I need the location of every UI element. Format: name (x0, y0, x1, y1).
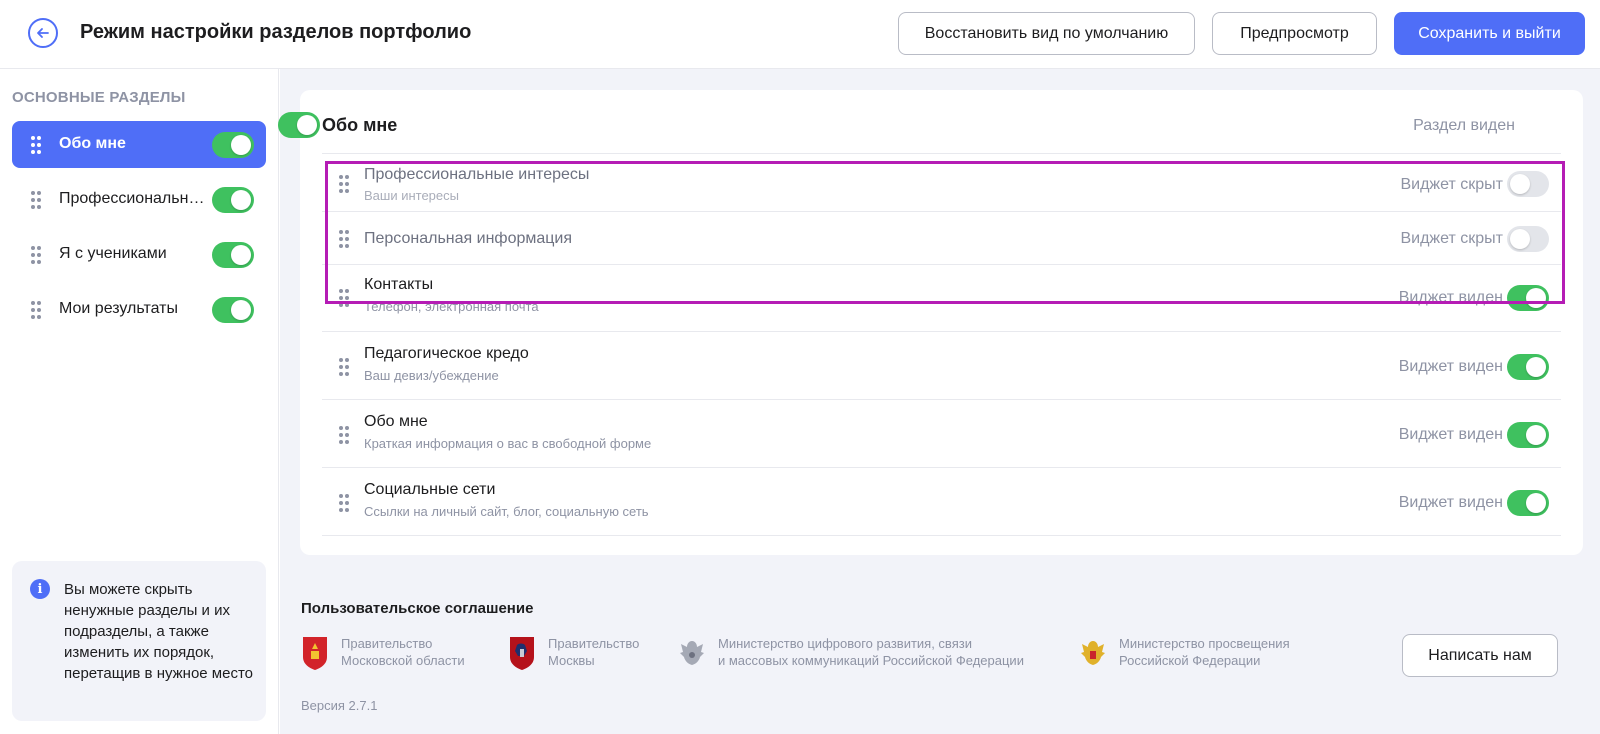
toggle-knob (1526, 493, 1546, 513)
widget-status: Виджет виден (1398, 289, 1503, 306)
widget-toggle[interactable] (1507, 422, 1549, 448)
sidebar-item-label: Мои результаты (59, 300, 178, 317)
widget-title: Педагогическое кредо (364, 345, 529, 362)
info-icon: i (30, 579, 50, 599)
sidebar-item-label: Обо мне (59, 135, 126, 152)
arrow-left-icon (37, 28, 49, 38)
widget-row[interactable]: Профессиональные интересы Ваши интересы … (322, 153, 1561, 212)
widget-row[interactable]: Социальные сети Ссылки на личный сайт, б… (322, 469, 1561, 536)
mosreg-emblem-icon (303, 637, 327, 670)
org-name-line: Москвы (548, 653, 595, 668)
sidebar-item-professional[interactable]: Профессиональные интересы (12, 176, 266, 223)
section-toggle[interactable] (212, 187, 254, 213)
org-name-line: Российской Федерации (1119, 653, 1261, 668)
widget-status: Виджет скрыт (1400, 176, 1503, 193)
org-mincifry[interactable]: Министерство цифрового развития, связи и… (678, 635, 1024, 671)
widget-title: Обо мне (364, 413, 428, 430)
section-toggle[interactable] (212, 242, 254, 268)
widget-toggle[interactable] (1507, 171, 1549, 197)
user-agreement-link[interactable]: Пользовательское соглашение (301, 600, 533, 617)
widget-subtitle: Ссылки на личный сайт, блог, социальную … (364, 504, 649, 519)
widget-row[interactable]: Обо мне Краткая информация о вас в свобо… (322, 401, 1561, 468)
write-us-button[interactable]: Написать нам (1402, 634, 1558, 677)
drag-handle-icon[interactable] (338, 229, 350, 249)
toggle-knob (231, 300, 251, 320)
widget-title: Персональная информация (364, 230, 573, 247)
section-card: Обо мне Раздел виден Профессиональные ин… (278, 90, 1583, 555)
sidebar-item-students[interactable]: Я с учениками (12, 231, 266, 278)
org-moscow[interactable]: Правительство Москвы (508, 635, 639, 671)
org-name-line: Правительство (548, 636, 640, 651)
org-name-line: Московской области (341, 653, 465, 668)
sidebar-item-results[interactable]: Мои результаты (12, 286, 266, 333)
widget-title: Социальные сети (364, 481, 496, 498)
widget-toggle[interactable] (1507, 226, 1549, 252)
eagle-emblem-icon (680, 641, 704, 665)
drag-handle-icon[interactable] (338, 425, 350, 445)
toggle-knob (1510, 174, 1530, 194)
moscow-emblem-icon (510, 637, 534, 670)
widget-row[interactable]: Контакты Телефон, электронная почта Видж… (322, 266, 1561, 332)
drag-handle-icon[interactable] (30, 300, 42, 320)
widget-row[interactable]: Персональная информация Виджет скрыт (322, 213, 1561, 265)
toggle-knob (231, 190, 251, 210)
drag-handle-icon[interactable] (30, 190, 42, 210)
version-label: Версия 2.7.1 (301, 698, 378, 713)
section-visibility-toggle[interactable] (278, 112, 320, 138)
widget-status: Виджет скрыт (1400, 230, 1503, 247)
toggle-knob (1526, 357, 1546, 377)
toggle-knob (231, 135, 251, 155)
widget-subtitle: Телефон, электронная почта (364, 299, 539, 314)
section-toggle[interactable] (212, 297, 254, 323)
drag-handle-icon[interactable] (338, 493, 350, 513)
save-exit-button[interactable]: Сохранить и выйти (1394, 12, 1585, 55)
drag-handle-icon[interactable] (30, 245, 42, 265)
drag-handle-icon[interactable] (338, 174, 350, 194)
widget-title: Контакты (364, 276, 434, 293)
info-box: i Вы можете скрыть ненужные разделы и их… (12, 561, 266, 721)
toggle-knob (297, 115, 317, 135)
widget-subtitle: Ваш девиз/убеждение (364, 368, 499, 383)
section-toggle[interactable] (212, 132, 254, 158)
org-name-line: Министерство цифрового развития, связи (718, 636, 972, 651)
widget-status: Виджет виден (1398, 358, 1503, 375)
section-status: Раздел виден (1413, 117, 1515, 134)
toggle-knob (1526, 288, 1546, 308)
minpros-emblem-icon (1081, 641, 1105, 665)
sidebar-item-label: Профессиональные интересы (59, 190, 209, 207)
org-name-line: и массовых коммуникаций Российской Федер… (718, 653, 1024, 668)
info-text: Вы можете скрыть ненужные разделы и их п… (64, 581, 254, 682)
drag-handle-icon[interactable] (338, 357, 350, 377)
org-name-line: Правительство (341, 636, 433, 651)
widget-row[interactable]: Педагогическое кредо Ваш девиз/убеждение… (322, 333, 1561, 400)
org-name-line: Министерство просвещения (1119, 636, 1290, 651)
toggle-knob (231, 245, 251, 265)
widget-subtitle: Краткая информация о вас в свободной фор… (364, 436, 652, 451)
sidebar-item-label: Я с учениками (59, 245, 167, 262)
preview-button[interactable]: Предпросмотр (1212, 12, 1377, 55)
section-title: Обо мне (322, 115, 398, 135)
toggle-knob (1526, 425, 1546, 445)
org-minpros[interactable]: Министерство просвещения Российской Феде… (1079, 635, 1290, 671)
org-mosreg[interactable]: Правительство Московской области (301, 635, 465, 671)
sidebar: Основные разделы Обо мне Профессиональны… (0, 69, 279, 734)
back-button[interactable] (28, 18, 58, 48)
header: Режим настройки разделов портфолио Восст… (0, 0, 1600, 69)
toggle-knob (1510, 229, 1530, 249)
widget-title: Профессиональные интересы (364, 166, 590, 183)
widget-status: Виджет виден (1398, 426, 1503, 443)
sidebar-item-about[interactable]: Обо мне (12, 121, 266, 168)
main-content: Обо мне Раздел виден Профессиональные ин… (278, 69, 1600, 734)
drag-handle-icon[interactable] (30, 135, 42, 155)
widget-toggle[interactable] (1507, 354, 1549, 380)
restore-default-button[interactable]: Восстановить вид по умолчанию (898, 12, 1195, 55)
sidebar-heading: Основные разделы (12, 89, 186, 106)
widget-toggle[interactable] (1507, 490, 1549, 516)
page-title: Режим настройки разделов портфолио (80, 21, 472, 43)
widget-subtitle: Ваши интересы (364, 188, 459, 203)
widget-toggle[interactable] (1507, 285, 1549, 311)
widget-status: Виджет виден (1398, 494, 1503, 511)
drag-handle-icon[interactable] (338, 288, 350, 308)
